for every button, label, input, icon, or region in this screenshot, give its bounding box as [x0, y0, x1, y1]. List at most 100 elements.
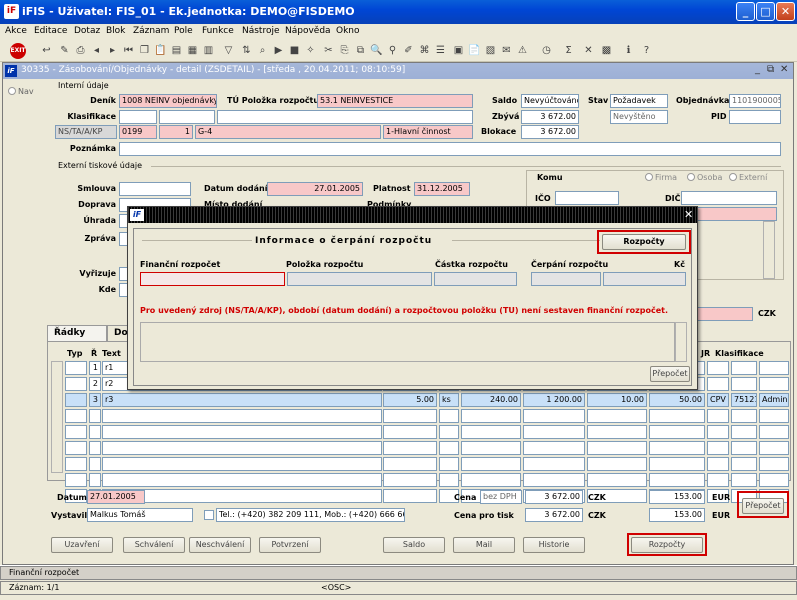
query-icon[interactable]: ⌕ [256, 44, 269, 57]
dic-field[interactable] [681, 191, 777, 205]
neschvaleni-button[interactable]: Neschválení [189, 537, 251, 553]
exit-icon[interactable]: EXIT [10, 43, 26, 59]
table-cell[interactable]: 50.00 [649, 393, 705, 407]
table-cell[interactable]: 5.00 [383, 393, 437, 407]
table-empty-cell[interactable] [523, 457, 585, 471]
table-empty-cell[interactable] [759, 473, 789, 487]
run-query-icon[interactable]: ▶ [272, 44, 285, 57]
table-empty-cell[interactable] [65, 457, 87, 471]
menu-akce[interactable]: Akce [5, 26, 27, 36]
table-cell[interactable]: 2 [89, 377, 101, 391]
schvaleni-button[interactable]: Schválení [123, 537, 185, 553]
table-empty-cell[interactable] [461, 473, 521, 487]
table-cell[interactable]: 240.00 [461, 393, 521, 407]
table-empty-cell[interactable] [707, 441, 729, 455]
saldo-field[interactable]: Nevyúčtováno [521, 94, 579, 108]
table-cell[interactable]: 751210 [731, 393, 757, 407]
inner-close-icon[interactable]: ✕ [780, 64, 788, 75]
table-empty-cell[interactable] [759, 441, 789, 455]
objednavka-field[interactable]: 1101900005 [729, 94, 781, 108]
table-empty-cell[interactable] [759, 457, 789, 471]
cena-tisk-eur-field[interactable]: 153.00 [649, 508, 705, 522]
klasifikace-field-2[interactable] [159, 110, 215, 124]
table-empty-cell[interactable] [461, 441, 521, 455]
note-icon[interactable]: ✉ [500, 44, 513, 57]
table-empty-cell[interactable] [65, 409, 87, 423]
cena-tisk-field[interactable]: 3 672.00 [525, 508, 583, 522]
tel-field[interactable]: Tel.: (+420) 382 209 111, Mob.: (+420) 6… [216, 508, 405, 522]
table-empty-cell[interactable] [731, 409, 757, 423]
table-empty-cell[interactable] [523, 425, 585, 439]
table-empty-cell[interactable] [439, 473, 459, 487]
historie-button[interactable]: Historie [523, 537, 585, 553]
table-empty-cell[interactable] [649, 473, 705, 487]
table-empty-cell[interactable] [759, 409, 789, 423]
paste-icon[interactable]: 📋 [154, 44, 167, 57]
table-cell[interactable]: ks [439, 393, 459, 407]
ico-field[interactable] [555, 191, 619, 205]
menu-napoveda[interactable]: Nápověda [285, 26, 331, 36]
insert-icon[interactable]: ✎ [58, 44, 71, 57]
menu-blok[interactable]: Blok [106, 26, 125, 36]
table-empty-cell[interactable] [439, 457, 459, 471]
clock-icon[interactable]: ◷ [540, 44, 553, 57]
table-empty-cell[interactable] [383, 457, 437, 471]
table-empty-cell[interactable] [587, 409, 647, 423]
table-cell[interactable] [759, 377, 789, 391]
ns-field-1[interactable]: 0199 [119, 125, 157, 139]
clear-icon[interactable]: ✧ [304, 44, 317, 57]
table-icon[interactable]: ▥ [202, 44, 215, 57]
table-empty-cell[interactable] [89, 425, 101, 439]
table-cell[interactable]: 10.00 [587, 393, 647, 407]
list-icon[interactable]: ☰ [434, 44, 447, 57]
table-empty-cell[interactable] [707, 457, 729, 471]
table-empty-cell[interactable] [89, 457, 101, 471]
table-empty-cell[interactable] [587, 441, 647, 455]
table-empty-cell[interactable] [102, 409, 382, 423]
zbyva-field[interactable]: 3 672.00 [521, 110, 579, 124]
table-empty-cell[interactable] [383, 473, 437, 487]
table-empty-cell[interactable] [383, 409, 437, 423]
table-empty-cell[interactable] [523, 409, 585, 423]
uzavreni-button[interactable]: Uzavření [51, 537, 113, 553]
table-empty-cell[interactable] [65, 441, 87, 455]
copy-icon[interactable]: ❐ [138, 44, 151, 57]
minimize-button[interactable]: _ [736, 2, 755, 21]
table-empty-cell[interactable] [707, 409, 729, 423]
table-cell[interactable]: 3 [89, 393, 101, 407]
table-cell[interactable]: r3 [102, 393, 382, 407]
table-empty-cell[interactable] [383, 489, 437, 503]
menu-zaznam[interactable]: Záznam [133, 26, 169, 36]
polozka-field[interactable] [287, 272, 432, 286]
table-empty-cell[interactable] [649, 441, 705, 455]
duplicate-icon[interactable]: ⧉ [354, 44, 367, 57]
table-cell[interactable] [65, 361, 87, 375]
sum-icon[interactable]: Σ [562, 44, 575, 57]
find-icon[interactable]: 🔍 [370, 44, 383, 57]
tu-field[interactable]: 53.1 NEINVESTICE [317, 94, 473, 108]
klasifikace-field-1[interactable] [119, 110, 157, 124]
datum-field[interactable]: 27.01.2005 [87, 490, 145, 504]
grid-icon[interactable]: ▦ [186, 44, 199, 57]
maximize-button[interactable]: □ [756, 2, 775, 21]
table-empty-cell[interactable] [523, 441, 585, 455]
table-empty-cell[interactable] [649, 409, 705, 423]
dialog-close-icon[interactable]: ✕ [684, 208, 693, 221]
tab-radky[interactable]: Řádky [47, 325, 107, 341]
ns-field-2[interactable]: 1 [159, 125, 193, 139]
financni-field[interactable] [140, 272, 285, 286]
menu-okno[interactable]: Okno [336, 26, 360, 36]
osoba-radio[interactable] [687, 173, 695, 181]
datum-dodani-field[interactable]: 27.01.2005 [267, 182, 363, 196]
table-cell[interactable] [731, 361, 757, 375]
table-cell[interactable]: CPV [707, 393, 729, 407]
table-cell[interactable]: Admin [759, 393, 789, 407]
firma-radio[interactable] [645, 173, 653, 181]
vystavil-field[interactable]: Malkus Tomáš [87, 508, 193, 522]
close-button[interactable]: ✕ [776, 2, 795, 21]
attach-icon[interactable]: ⚲ [386, 44, 399, 57]
table-cell[interactable] [65, 377, 87, 391]
table-empty-cell[interactable] [731, 425, 757, 439]
table-empty-cell[interactable] [89, 473, 101, 487]
table-empty-cell[interactable] [89, 409, 101, 423]
